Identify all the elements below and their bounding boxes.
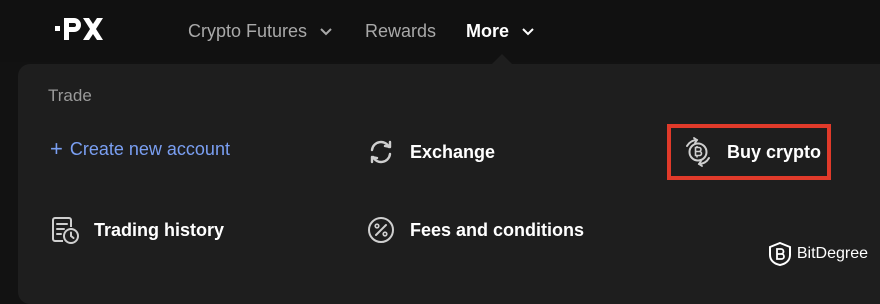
- highlight-box: [667, 124, 831, 180]
- nav-crypto-futures[interactable]: Crypto Futures: [188, 0, 333, 62]
- exchange-label: Exchange: [410, 141, 496, 162]
- chevron-down-icon: [320, 28, 332, 36]
- section-title-trade: Trade: [48, 86, 92, 105]
- create-new-account-label: Create new account: [69, 138, 230, 159]
- menu-item-trading-history[interactable]: Trading history: [50, 215, 224, 245]
- plus-icon: +: [50, 136, 63, 161]
- nav-crypto-futures-label: Crypto Futures: [188, 20, 308, 41]
- menu-item-fees-conditions[interactable]: Fees and conditions: [366, 215, 584, 245]
- menu-item-exchange[interactable]: Exchange: [366, 137, 495, 167]
- more-dropdown-panel: [18, 64, 880, 304]
- watermark-label: BitDegree: [796, 245, 868, 262]
- nav-rewards-label: Rewards: [365, 20, 437, 41]
- bitdegree-watermark: BitDegree: [768, 242, 868, 266]
- trading-history-label: Trading history: [94, 219, 225, 240]
- percent-icon: [368, 217, 394, 243]
- exchange-icon: [370, 140, 392, 164]
- history-icon: [52, 217, 79, 244]
- fees-conditions-label: Fees and conditions: [410, 219, 585, 240]
- bitdegree-logo-icon: [768, 242, 791, 266]
- nav-rewards[interactable]: Rewards: [365, 0, 436, 62]
- nav-more-label: More: [466, 20, 510, 41]
- px-logo[interactable]: [54, 14, 104, 44]
- top-navigation-bar: [0, 0, 880, 62]
- create-new-account-link[interactable]: + Create new account: [50, 138, 230, 160]
- chevron-down-icon: [522, 28, 534, 36]
- nav-more[interactable]: More: [466, 0, 535, 62]
